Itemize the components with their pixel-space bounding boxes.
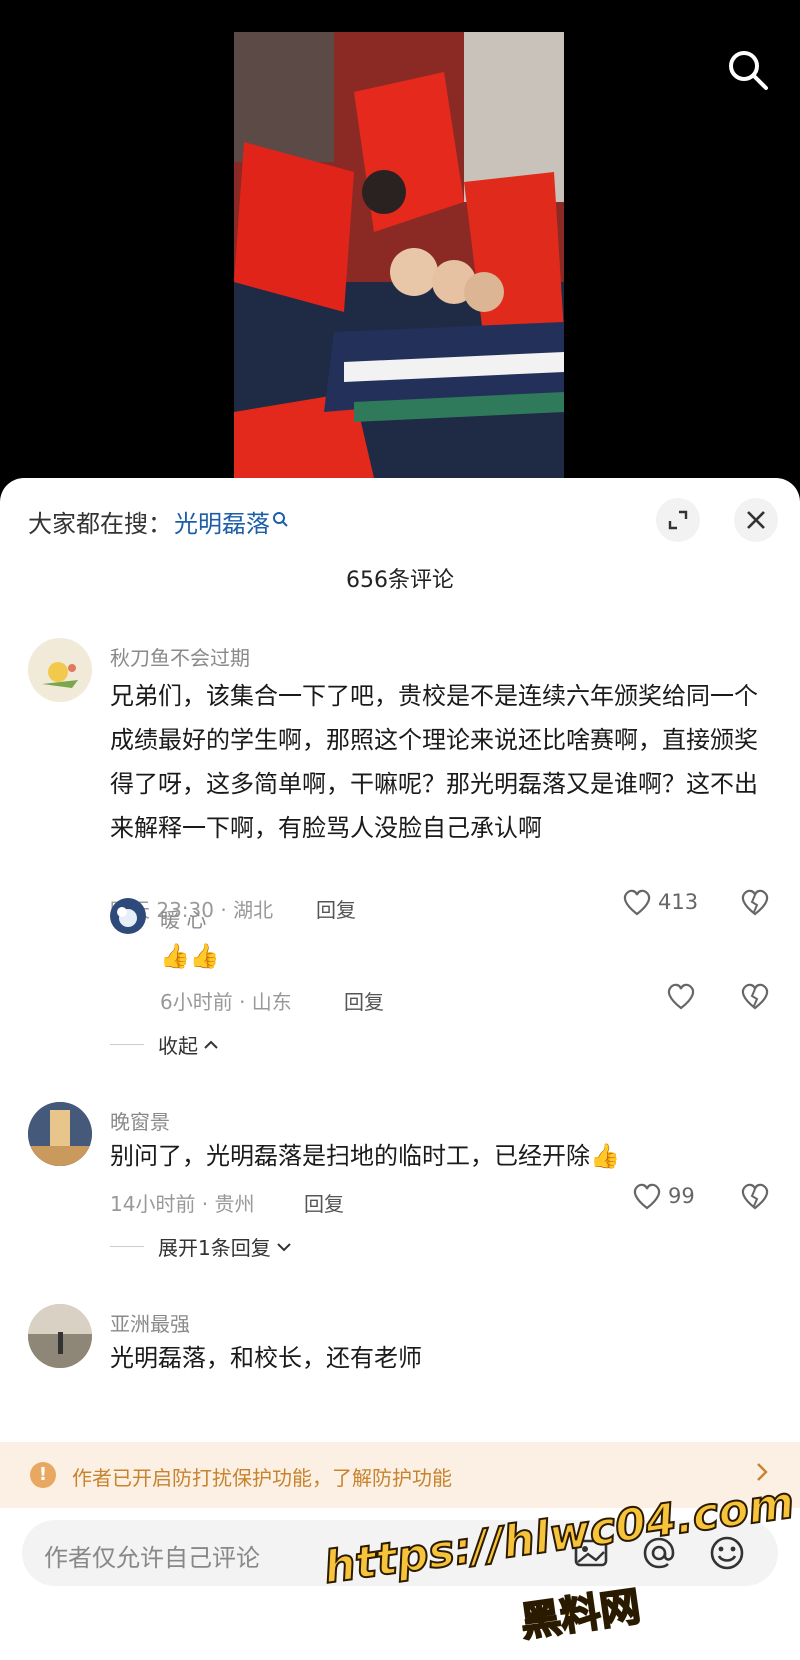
reply-button[interactable]: 回复 <box>316 894 356 923</box>
collapse-replies-button[interactable]: 收起 <box>110 1030 220 1059</box>
dislike-button[interactable] <box>740 888 770 920</box>
comment-input-placeholder: 作者仅允许自己评论 <box>44 1544 260 1572</box>
protection-notice-bar[interactable]: ! 作者已开启防打扰保护功能，了解防护功能 <box>0 1442 800 1508</box>
heart-icon <box>667 983 695 1010</box>
chevron-right-icon <box>754 1460 770 1490</box>
chevron-down-icon <box>277 1242 291 1251</box>
avatar[interactable] <box>110 898 146 934</box>
emoji-icon[interactable] <box>708 1534 746 1572</box>
comment-text: 别问了，光明磊落是扫地的临时工，已经开除👍 <box>110 1142 620 1170</box>
exclamation-icon: ! <box>30 1462 56 1488</box>
video-area[interactable] <box>0 0 800 478</box>
at-icon[interactable] <box>640 1534 678 1572</box>
heart-icon <box>623 889 651 916</box>
dislike-button[interactable] <box>740 1182 770 1214</box>
like-count: 413 <box>658 890 699 914</box>
divider <box>110 1246 144 1247</box>
notice-text: 作者已开启防打扰保护功能，了解防护功能 <box>72 1466 452 1490</box>
broken-heart-icon <box>741 889 769 916</box>
small-search-icon <box>272 511 288 532</box>
expand-button[interactable] <box>656 498 700 542</box>
divider <box>110 1044 144 1045</box>
like-count: 99 <box>668 1184 695 1208</box>
reply-button[interactable]: 回复 <box>344 986 384 1015</box>
avatar[interactable] <box>28 1304 92 1368</box>
broken-heart-icon <box>741 1183 769 1210</box>
close-button[interactable] <box>734 498 778 542</box>
reply-author[interactable]: 暖 心 <box>160 904 206 933</box>
comment-text: 光明磊落，和校长，还有老师 <box>110 1344 422 1372</box>
hot-search-prefix: 大家都在搜： <box>28 510 172 538</box>
dislike-button[interactable] <box>740 982 770 1014</box>
hot-search-keyword[interactable]: 光明磊落 <box>174 504 270 539</box>
comment-meta: 14小时前 · 贵州 <box>110 1192 255 1216</box>
reply-meta: 6小时前 · 山东 <box>160 990 292 1014</box>
reply-button[interactable]: 回复 <box>304 1188 344 1217</box>
avatar[interactable] <box>28 638 92 702</box>
comment-author[interactable]: 晚窗景 <box>110 1106 170 1135</box>
collapse-label: 收起 <box>158 1034 198 1058</box>
hot-search-bar[interactable]: 大家都在搜： 光明磊落 <box>28 504 288 539</box>
video-thumbnail[interactable] <box>234 32 564 478</box>
comment-item: 亚洲最强 光明磊落，和校长，还有老师 <box>0 1304 800 1442</box>
chevron-up-icon <box>204 1040 218 1049</box>
comment-input[interactable]: 作者仅允许自己评论 <box>22 1520 778 1586</box>
image-icon[interactable] <box>572 1534 610 1572</box>
avatar[interactable] <box>28 1102 92 1166</box>
comment-author[interactable]: 秋刀鱼不会过期 <box>110 642 250 671</box>
like-button[interactable]: 99 <box>632 1182 695 1210</box>
like-button[interactable]: 413 <box>622 888 698 916</box>
comment-count: 656条评论 <box>346 568 454 593</box>
comment-text: 兄弟们，该集合一下了吧，贵校是不是连续六年颁奖给同一个成绩最好的学生啊，那照这个… <box>110 682 758 842</box>
comment-author[interactable]: 亚洲最强 <box>110 1308 190 1337</box>
like-button[interactable] <box>666 982 696 1010</box>
broken-heart-icon <box>741 983 769 1010</box>
close-icon <box>747 511 765 529</box>
expand-replies-button[interactable]: 展开1条回复 <box>110 1232 293 1261</box>
search-icon[interactable] <box>724 46 772 94</box>
expand-label: 展开1条回复 <box>158 1236 271 1260</box>
heart-icon <box>633 1183 661 1210</box>
reply-text: 👍👍 <box>160 942 220 970</box>
expand-icon <box>668 510 688 530</box>
